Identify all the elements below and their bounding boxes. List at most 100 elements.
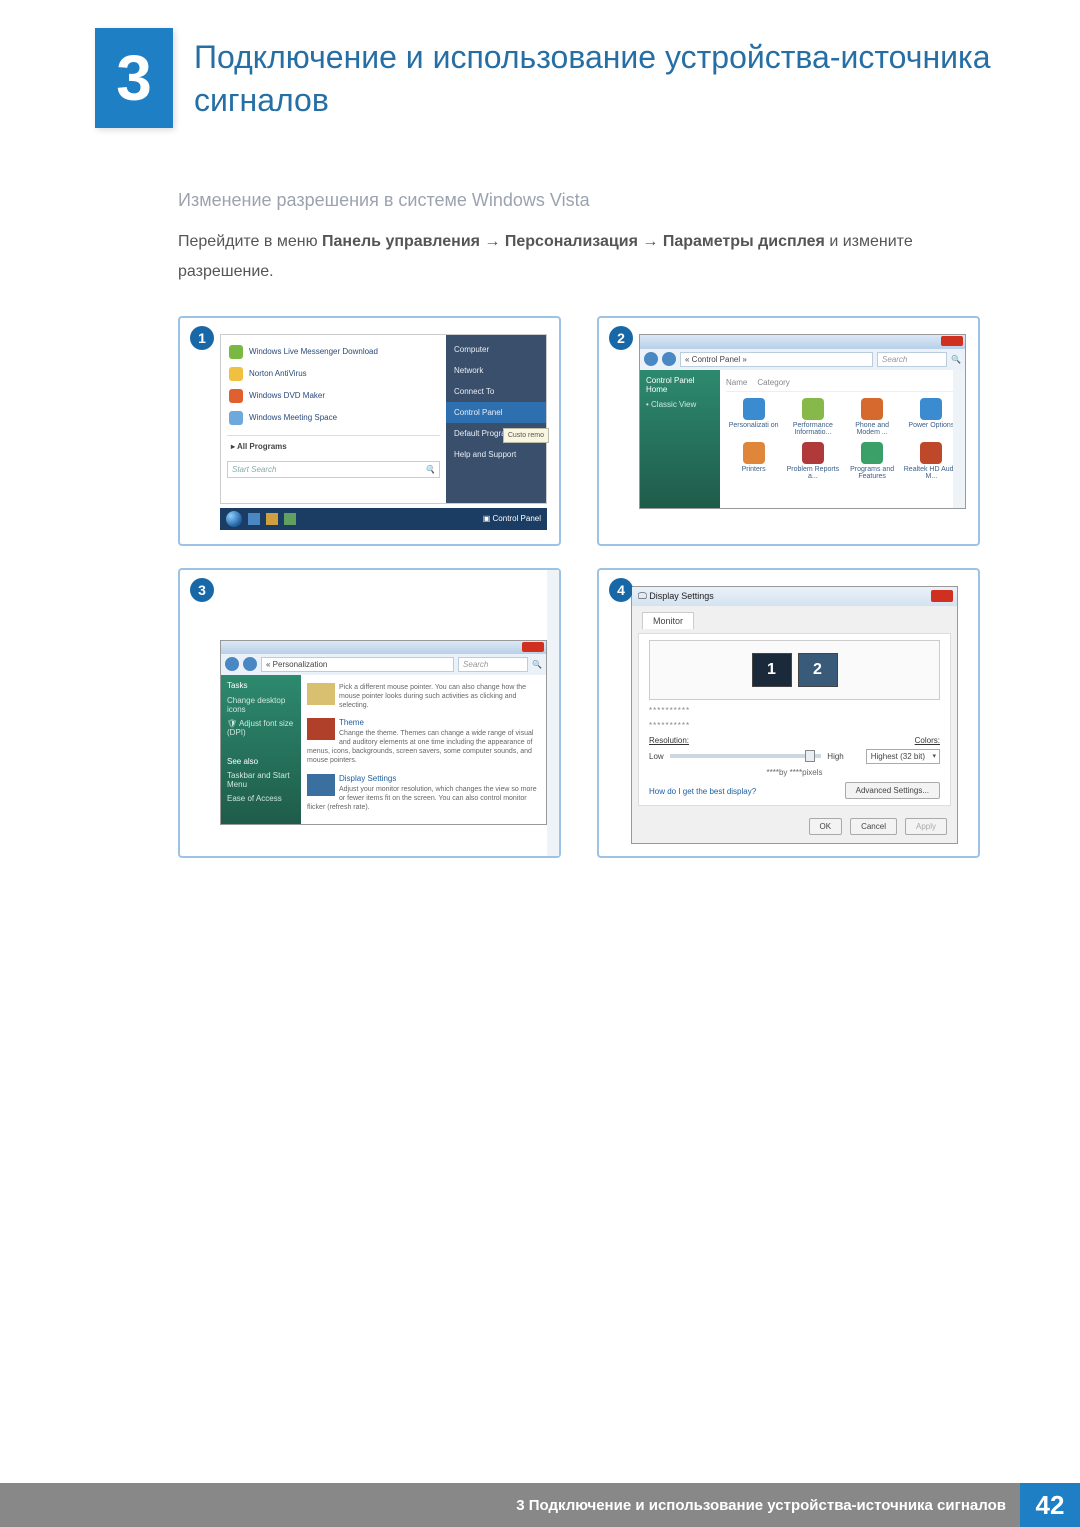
start-right-item-control-panel[interactable]: Control Panel xyxy=(446,402,546,423)
sidebar: Tasks Change desktop icons 🛡 Adjust font… xyxy=(221,675,301,824)
ok-button[interactable]: OK xyxy=(809,818,843,835)
forward-button-icon[interactable] xyxy=(243,657,257,671)
desc: Pick a different mouse pointer. You can … xyxy=(307,683,540,710)
control-panel-item[interactable]: Phone and Modem ... xyxy=(845,398,900,436)
address-bar[interactable]: « Personalization xyxy=(261,657,454,672)
back-button-icon[interactable] xyxy=(644,352,658,366)
col-category[interactable]: Category xyxy=(757,378,789,387)
footer-text: 3 Подключение и использование устройства… xyxy=(516,1497,1020,1514)
bold-path-1: Панель управления xyxy=(322,233,480,250)
bold-path-2: Персонализация xyxy=(505,233,638,250)
scrollbar[interactable] xyxy=(547,570,559,856)
window-titlebar xyxy=(221,641,546,654)
monitor-1[interactable]: 1 xyxy=(752,653,792,687)
forward-button-icon[interactable] xyxy=(662,352,676,366)
arrow-icon: → xyxy=(638,233,663,250)
start-menu-item[interactable]: Windows Live Messenger Download xyxy=(227,341,440,363)
personalization-block[interactable]: Display Settings Adjust your monitor res… xyxy=(307,774,540,812)
label: Windows Live Messenger Download xyxy=(249,347,378,356)
sidebar-link[interactable]: Control Panel Home xyxy=(646,376,714,394)
sidebar-link[interactable]: Ease of Access xyxy=(227,794,295,803)
content-area: Изменение разрешения в системе Windows V… xyxy=(178,190,980,858)
close-icon[interactable] xyxy=(931,590,953,602)
control-panel-item[interactable]: Printers xyxy=(726,442,781,480)
control-panel-item[interactable]: Power Options xyxy=(904,398,959,436)
all-programs[interactable]: ▸ All Programs xyxy=(227,435,440,457)
instruction-text: Перейдите в меню Панель управления → Пер… xyxy=(178,227,980,288)
resolution-slider[interactable] xyxy=(670,754,822,758)
resolution-label: Resolution: xyxy=(649,736,689,745)
label: Adjust font size (DPI) xyxy=(227,719,293,737)
start-menu-item[interactable]: Windows Meeting Space xyxy=(227,407,440,429)
start-menu-item[interactable]: Norton AntiVirus xyxy=(227,363,440,385)
step-number: 2 xyxy=(609,326,633,350)
screenshot-panels: 1 Windows Live Messenger Download Norton… xyxy=(178,316,980,858)
close-icon[interactable] xyxy=(941,336,963,346)
taskbar: ▣ Control Panel xyxy=(220,508,547,530)
cancel-button[interactable]: Cancel xyxy=(850,818,897,835)
step-number: 4 xyxy=(609,578,633,602)
control-panel-item[interactable]: Problem Reports a... xyxy=(785,442,840,480)
label: All Programs xyxy=(237,442,287,451)
label: Norton AntiVirus xyxy=(249,369,307,378)
taskbar-button[interactable]: ▣ Control Panel xyxy=(483,514,541,523)
advanced-settings-button[interactable]: Advanced Settings... xyxy=(845,782,940,799)
title: Theme xyxy=(307,718,540,727)
step-panel-3: 3 « Personalization Search 🔍 Tasks C xyxy=(178,568,561,858)
label: Windows Meeting Space xyxy=(249,413,337,422)
start-right-item[interactable]: Help and Support xyxy=(446,444,546,465)
search-input[interactable]: Search xyxy=(877,352,947,367)
control-panel-item[interactable]: Programs and Features xyxy=(845,442,900,480)
page-number: 42 xyxy=(1020,1483,1080,1527)
title: Display Settings xyxy=(649,591,714,601)
screenshot-start-menu: Windows Live Messenger Download Norton A… xyxy=(220,334,547,530)
start-search-input[interactable]: Start Search🔍 xyxy=(227,461,440,478)
scrollbar[interactable] xyxy=(953,370,965,508)
slider-high-label: High xyxy=(827,752,843,761)
step-number: 1 xyxy=(190,326,214,350)
search-icon[interactable]: 🔍 xyxy=(532,660,542,669)
back-button-icon[interactable] xyxy=(225,657,239,671)
apply-button[interactable]: Apply xyxy=(905,818,947,835)
slider-thumb[interactable] xyxy=(805,750,815,762)
colors-label: Colors: xyxy=(915,736,940,745)
monitor-2[interactable]: 2 xyxy=(798,653,838,687)
control-panel-item[interactable]: Performance Informatio... xyxy=(785,398,840,436)
start-right-item[interactable]: Connect To xyxy=(446,381,546,402)
sidebar-heading: Tasks xyxy=(227,681,295,690)
search-icon[interactable]: 🔍 xyxy=(951,355,961,364)
bold-path-3: Параметры дисплея xyxy=(663,233,825,250)
control-panel-item[interactable]: Realtek HD Audio M... xyxy=(904,442,959,480)
start-menu-item[interactable]: Windows DVD Maker xyxy=(227,385,440,407)
start-right-item[interactable]: Network xyxy=(446,360,546,381)
slider-low-label: Low xyxy=(649,752,664,761)
col-name[interactable]: Name xyxy=(726,378,747,387)
label: Classic View xyxy=(651,400,696,409)
control-panel-item[interactable]: Personalizati on xyxy=(726,398,781,436)
close-icon[interactable] xyxy=(522,642,544,652)
sidebar-link[interactable]: 🛡 Adjust font size (DPI) xyxy=(227,719,295,737)
sub-heading: Изменение разрешения в системе Windows V… xyxy=(178,190,980,211)
sidebar-link[interactable]: Change desktop icons xyxy=(227,696,295,714)
sidebar-heading: See also xyxy=(227,757,295,766)
title: Display Settings xyxy=(307,774,540,783)
personalization-block[interactable]: Pick a different mouse pointer. You can … xyxy=(307,683,540,710)
personalization-block[interactable]: Theme Change the theme. Themes can chang… xyxy=(307,718,540,765)
placeholder: Start Search xyxy=(232,465,276,474)
label: Windows DVD Maker xyxy=(249,391,325,400)
address-bar[interactable]: « Control Panel » xyxy=(680,352,873,367)
redacted-text: ********** xyxy=(649,706,940,715)
desc: Change the theme. Themes can change a wi… xyxy=(307,729,540,765)
step-panel-1: 1 Windows Live Messenger Download Norton… xyxy=(178,316,561,546)
dialog-titlebar: 🖵 Display Settings xyxy=(632,587,957,606)
step-panel-2: 2 « Control Panel » Search 🔍 Control Pan… xyxy=(597,316,980,546)
monitor-icon: 🖵 xyxy=(638,591,647,601)
search-input[interactable]: Search xyxy=(458,657,528,672)
sidebar: Control Panel Home • Classic View xyxy=(640,370,720,508)
colors-dropdown[interactable]: Highest (32 bit) xyxy=(866,749,940,764)
start-right-item[interactable]: Computer xyxy=(446,339,546,360)
start-orb-icon[interactable] xyxy=(226,511,242,527)
sidebar-link[interactable]: Taskbar and Start Menu xyxy=(227,771,295,789)
tab-monitor[interactable]: Monitor xyxy=(642,612,694,629)
sidebar-link[interactable]: • Classic View xyxy=(646,400,714,409)
